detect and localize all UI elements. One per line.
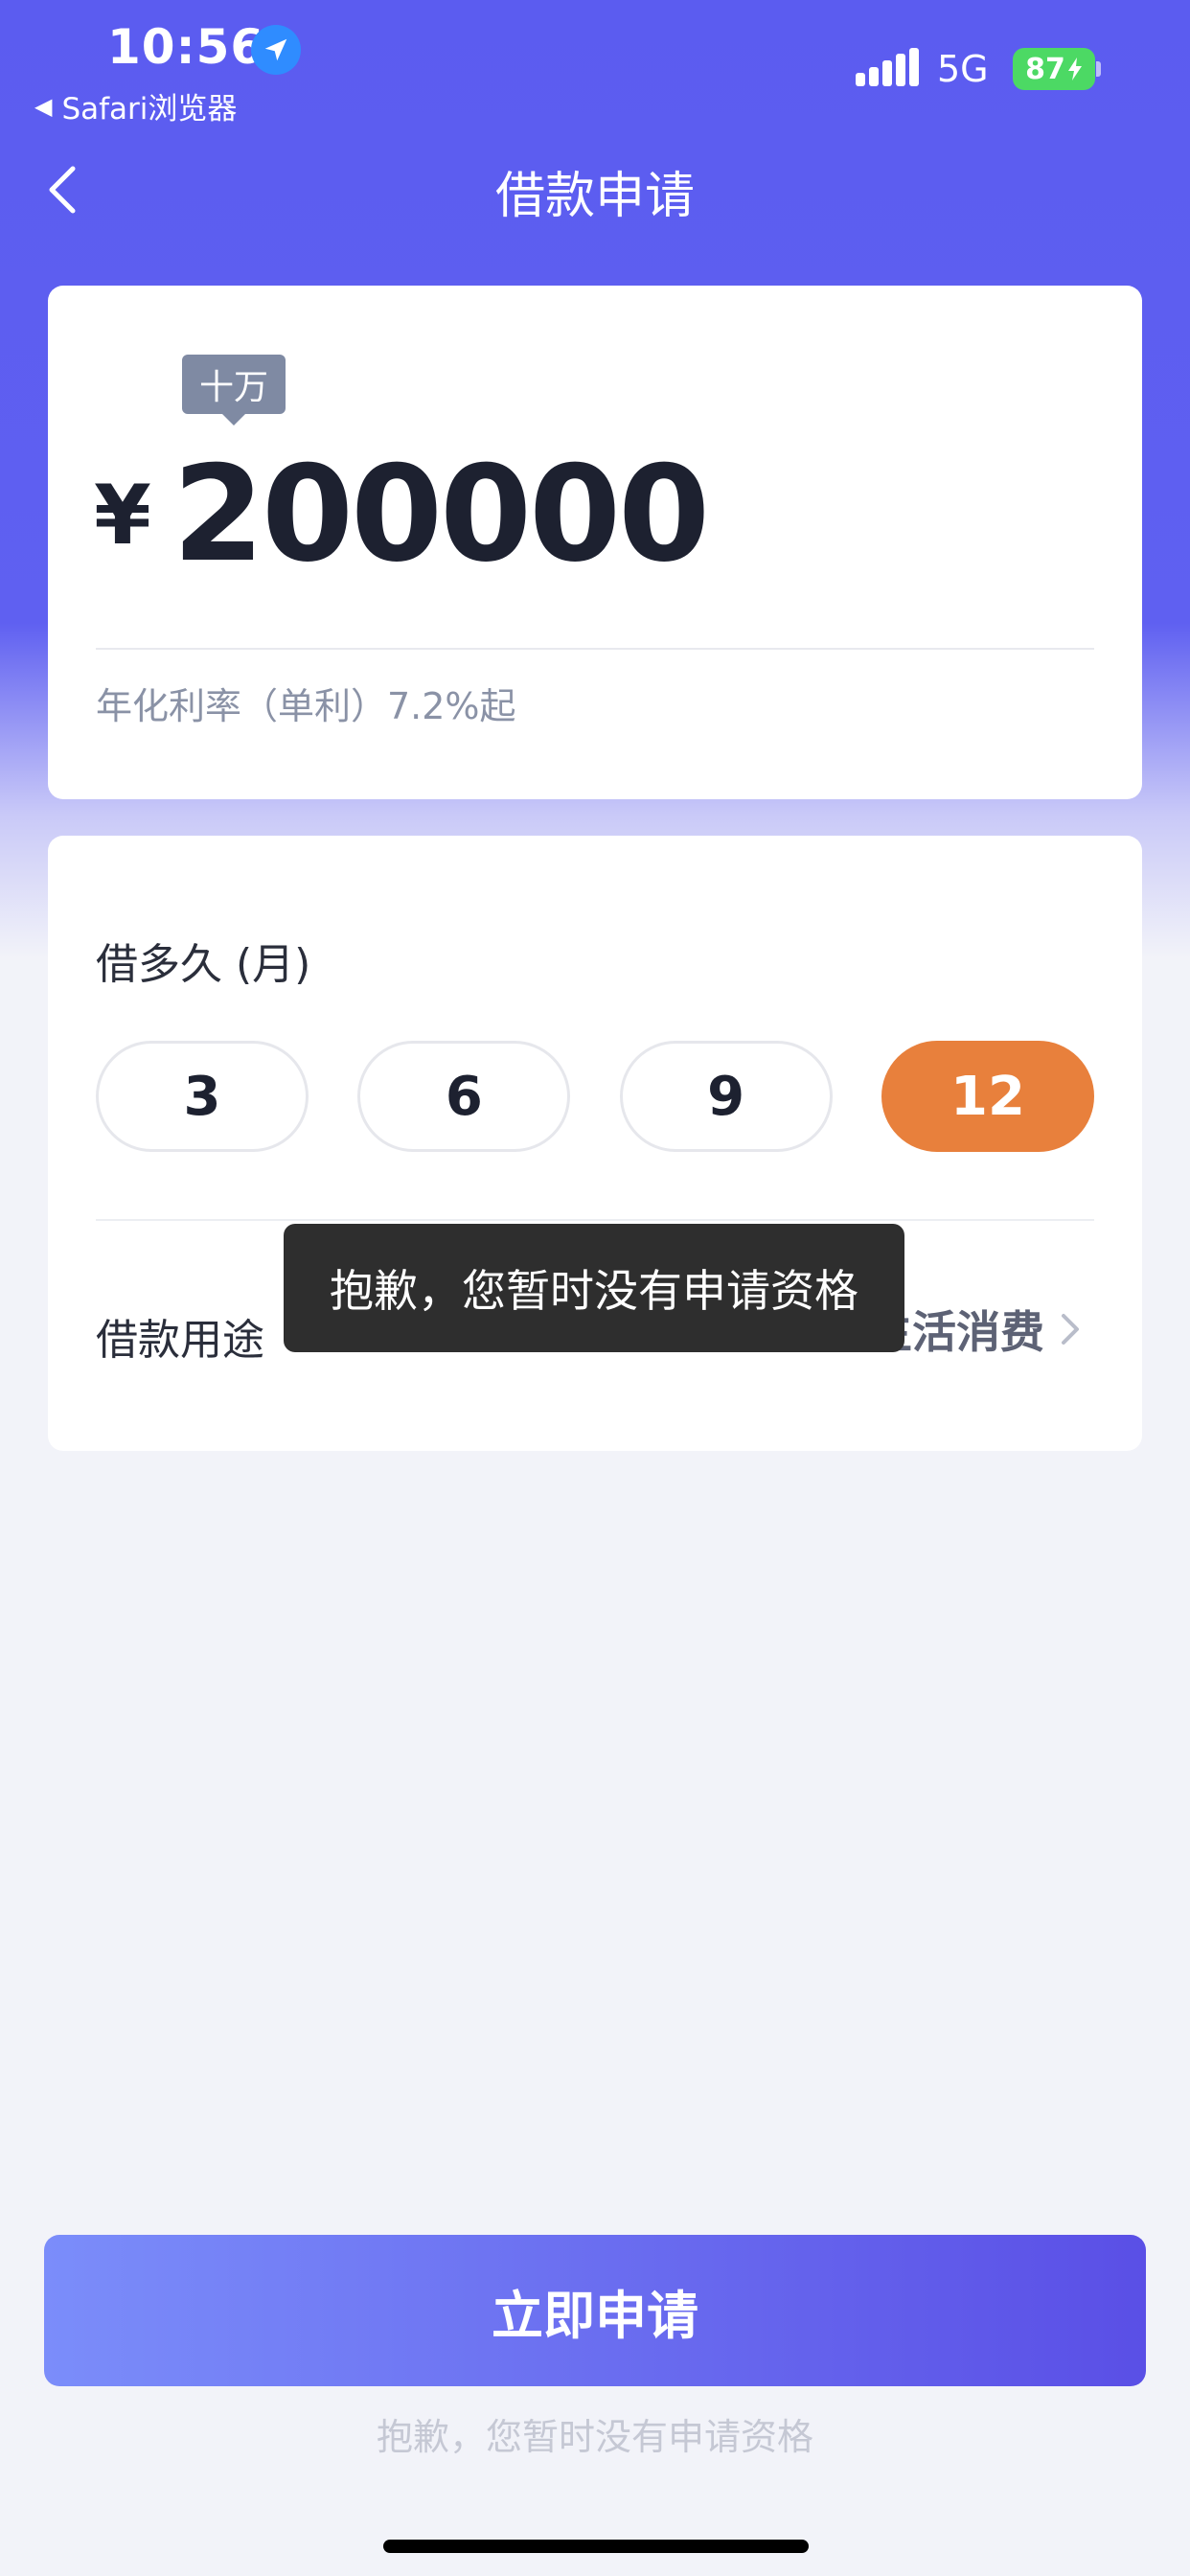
charging-bolt-icon bbox=[1067, 58, 1082, 80]
status-time: 10:56 bbox=[107, 19, 265, 75]
back-app-label: Safari浏览器 bbox=[61, 92, 238, 126]
loan-amount-card: 十万 ¥ 200000 年化利率（单利）7.2%起 bbox=[48, 286, 1142, 799]
interest-rate-text: 年化利率（单利）7.2%起 bbox=[96, 685, 516, 727]
divider bbox=[96, 1219, 1094, 1221]
toast-message: 抱歉，您暂时没有申请资格 bbox=[284, 1224, 904, 1352]
battery-level: 87 bbox=[1025, 52, 1065, 86]
term-options: 3 6 9 12 bbox=[96, 1041, 1094, 1152]
term-option-6[interactable]: 6 bbox=[357, 1041, 571, 1152]
battery-icon: 87 bbox=[1013, 48, 1095, 90]
term-option-3[interactable]: 3 bbox=[96, 1041, 309, 1152]
home-indicator[interactable] bbox=[383, 2540, 809, 2553]
loan-term-card: 借多久 (月) 3 6 9 12 借款用途 生活消费 bbox=[48, 836, 1142, 1451]
status-bar: 10:56 ◀ Safari浏览器 5G 87 bbox=[0, 0, 1190, 134]
signal-strength-icon bbox=[856, 48, 919, 86]
purpose-label: 借款用途 bbox=[96, 1316, 264, 1365]
back-triangle-icon: ◀ bbox=[34, 92, 53, 120]
chevron-right-icon bbox=[1060, 1312, 1094, 1346]
back-to-app-link[interactable]: ◀ Safari浏览器 bbox=[34, 84, 237, 127]
term-option-9[interactable]: 9 bbox=[619, 1041, 833, 1152]
amount-unit-tooltip: 十万 bbox=[182, 355, 286, 426]
divider bbox=[96, 648, 1094, 650]
loan-amount-input[interactable]: 200000 bbox=[172, 437, 710, 591]
page-title: 借款申请 bbox=[494, 168, 695, 225]
term-label: 借多久 (月) bbox=[96, 940, 311, 989]
currency-symbol: ¥ bbox=[94, 468, 151, 564]
location-arrow-icon bbox=[251, 25, 301, 75]
apply-now-button[interactable]: 立即申请 bbox=[44, 2235, 1146, 2386]
network-type: 5G bbox=[937, 48, 989, 90]
term-option-12[interactable]: 12 bbox=[881, 1041, 1094, 1152]
ineligible-note: 抱歉，您暂时没有申请资格 bbox=[376, 2416, 813, 2458]
battery-tip bbox=[1096, 61, 1101, 77]
